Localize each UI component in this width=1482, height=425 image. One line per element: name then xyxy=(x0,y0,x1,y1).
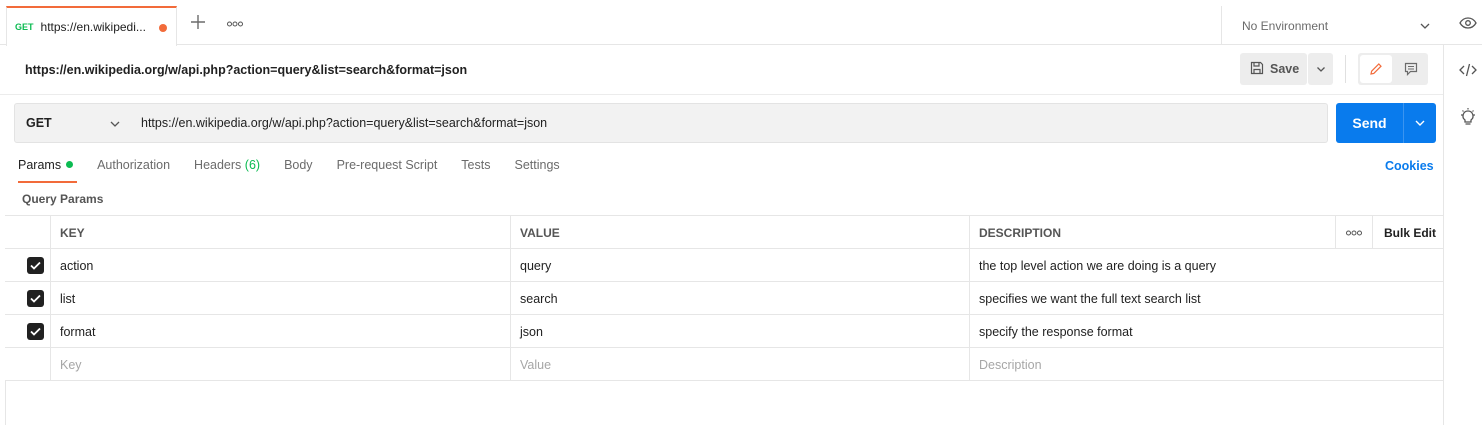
row-checkbox-cell xyxy=(5,249,50,282)
table-row: list search specifies we want the full t… xyxy=(5,282,1443,315)
row-checkbox-cell xyxy=(5,282,50,315)
column-header-description: DESCRIPTION xyxy=(969,216,1335,249)
new-tab-plus-icon[interactable] xyxy=(190,14,206,30)
save-label: Save xyxy=(1270,62,1300,76)
column-options-button[interactable] xyxy=(1335,216,1372,249)
headers-count: (6) xyxy=(244,158,261,172)
divider xyxy=(1345,55,1346,83)
view-mode-toggle xyxy=(1358,53,1428,85)
request-tab[interactable]: GET https://en.wikipedi... xyxy=(6,6,177,46)
param-value[interactable]: json xyxy=(510,315,969,348)
environment-label: No Environment xyxy=(1242,18,1329,33)
right-sidebar xyxy=(1443,45,1482,425)
panel-border xyxy=(5,380,6,425)
param-description[interactable]: specifies we want the full text search l… xyxy=(969,282,1335,315)
send-options-button[interactable] xyxy=(1404,103,1436,143)
save-button[interactable]: Save xyxy=(1240,53,1307,85)
row-checkbox[interactable] xyxy=(27,290,44,307)
row-checkbox[interactable] xyxy=(27,323,44,340)
chevron-down-icon xyxy=(109,118,121,133)
code-icon[interactable] xyxy=(1459,63,1477,80)
chevron-down-icon xyxy=(1316,67,1325,72)
tab-params[interactable]: Params xyxy=(18,158,78,183)
query-params-title: Query Params xyxy=(22,192,104,206)
checkmark-icon xyxy=(30,327,41,336)
table-row: format json specify the response format xyxy=(5,315,1443,348)
tab-headers[interactable]: Headers (6) xyxy=(194,158,260,182)
param-description[interactable]: the top level action we are doing is a q… xyxy=(969,249,1335,282)
request-header: https://en.wikipedia.org/w/api.php?actio… xyxy=(0,45,1443,95)
param-key[interactable]: action xyxy=(50,249,510,282)
send-button[interactable]: Send xyxy=(1336,103,1403,143)
tab-authorization[interactable]: Authorization xyxy=(97,158,170,182)
environment-selector[interactable]: No Environment xyxy=(1221,6,1443,45)
url-value: https://en.wikipedia.org/w/api.php?actio… xyxy=(141,116,548,130)
request-tab-method: GET xyxy=(15,22,34,32)
request-tab-title: https://en.wikipedi... xyxy=(40,20,146,34)
tab-body[interactable]: Body xyxy=(284,158,313,182)
method-value: GET xyxy=(26,116,52,130)
checkmark-icon xyxy=(30,294,41,303)
tab-tests[interactable]: Tests xyxy=(461,158,490,182)
table-header-row: KEY VALUE DESCRIPTION Bulk Edit xyxy=(5,216,1443,249)
url-input[interactable]: https://en.wikipedia.org/w/api.php?actio… xyxy=(129,103,1328,143)
param-value[interactable]: search xyxy=(510,282,969,315)
tab-params-label: Params xyxy=(18,158,62,172)
row-checkbox-cell xyxy=(5,315,50,348)
tab-prerequest-script[interactable]: Pre-request Script xyxy=(337,158,438,182)
more-tabs-icon[interactable] xyxy=(227,20,243,29)
param-value[interactable]: query xyxy=(510,249,969,282)
row-checkbox-cell xyxy=(5,348,50,381)
request-name[interactable]: https://en.wikipedia.org/w/api.php?actio… xyxy=(25,63,467,77)
new-key-input[interactable]: Key xyxy=(50,348,510,381)
more-options-icon xyxy=(1346,230,1362,235)
checkmark-icon xyxy=(30,261,41,270)
tab-settings[interactable]: Settings xyxy=(514,158,559,182)
header-check-cell xyxy=(5,216,50,249)
save-options-button[interactable] xyxy=(1308,53,1333,85)
param-key[interactable]: format xyxy=(50,315,510,348)
row-checkbox[interactable] xyxy=(27,257,44,274)
edit-mode-button[interactable] xyxy=(1360,55,1392,83)
new-description-input[interactable]: Description xyxy=(969,348,1335,381)
new-value-input[interactable]: Value xyxy=(510,348,969,381)
cookies-link[interactable]: Cookies xyxy=(1385,159,1434,173)
unsaved-dot-icon xyxy=(159,24,167,32)
chevron-down-icon xyxy=(1415,120,1425,126)
table-row-new: Key Value Description xyxy=(5,348,1443,381)
bulk-edit-button[interactable]: Bulk Edit xyxy=(1372,216,1443,249)
comment-mode-button[interactable] xyxy=(1396,55,1426,83)
save-icon xyxy=(1250,61,1264,78)
query-params-table: KEY VALUE DESCRIPTION Bulk Edit action q… xyxy=(5,215,1443,381)
table-row: action query the top level action we are… xyxy=(5,249,1443,282)
params-active-dot-icon xyxy=(66,161,74,168)
lightbulb-icon[interactable] xyxy=(1460,108,1476,129)
param-description[interactable]: specify the response format xyxy=(969,315,1335,348)
pencil-icon xyxy=(1370,63,1382,75)
request-subtabs: Params Authorization Headers (6) Body Pr… xyxy=(18,158,584,184)
send-button-group: Send xyxy=(1336,103,1436,143)
comment-icon xyxy=(1404,62,1418,76)
tab-headers-label: Headers xyxy=(194,158,242,172)
method-select[interactable]: GET xyxy=(14,103,130,143)
eye-icon[interactable] xyxy=(1459,17,1477,32)
column-header-key: KEY xyxy=(50,216,510,249)
chevron-down-icon xyxy=(1419,20,1431,35)
tab-bar: GET https://en.wikipedi... No Environmen… xyxy=(0,0,1482,46)
param-key[interactable]: list xyxy=(50,282,510,315)
column-header-value: VALUE xyxy=(510,216,969,249)
